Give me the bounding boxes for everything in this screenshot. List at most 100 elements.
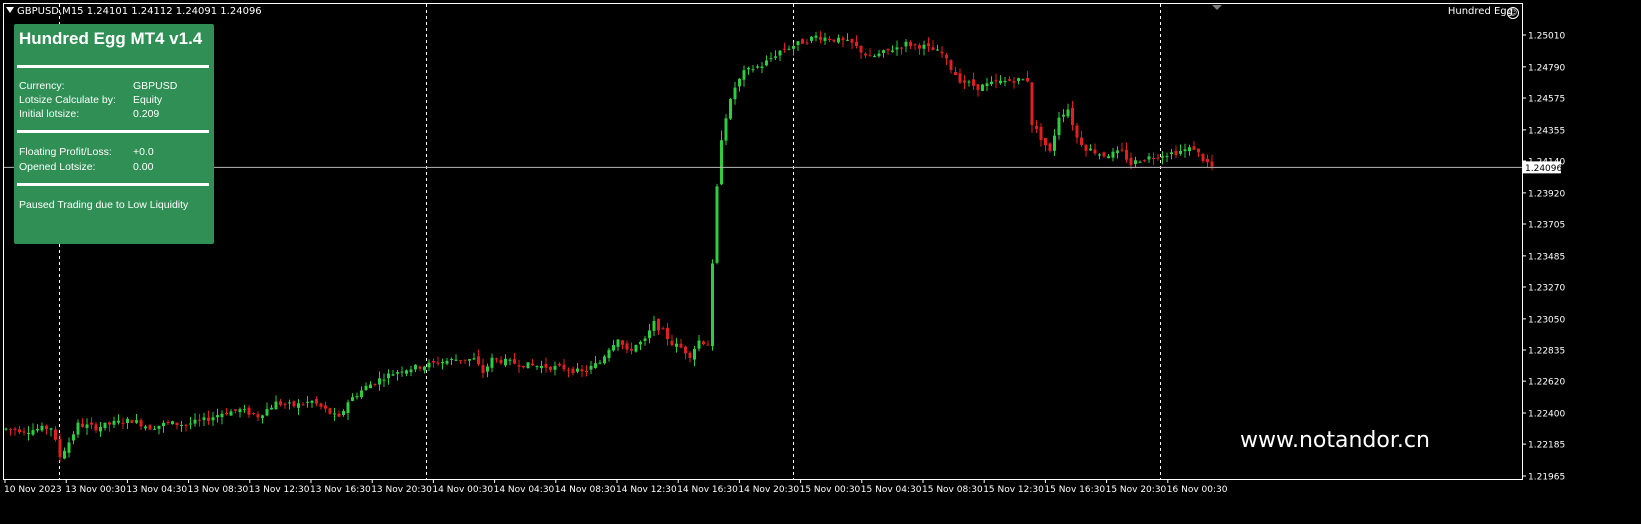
candle-body [58,439,62,458]
candle-body [72,434,75,441]
candle [355,392,359,400]
candle-body [927,43,930,47]
candle-body [774,56,777,58]
candle [1179,144,1182,156]
candle-body [166,421,170,423]
candle [207,410,210,425]
candle [1152,152,1155,165]
candle-body [292,401,296,407]
candle [1066,103,1070,119]
lotsize-calc-value: Equity [133,94,163,106]
candle-body [265,409,269,416]
candle-body [972,79,975,86]
candle-body [873,56,876,58]
candle [792,42,795,56]
candle [333,407,336,421]
candle [675,337,678,353]
candle [414,364,417,372]
candle-body [877,53,881,57]
candle-body [378,378,381,385]
candle-body [355,396,359,398]
candle [769,52,773,62]
candle-body [1039,126,1043,141]
candle-body [1084,145,1088,151]
candle-body [981,84,984,91]
opened-lotsize-row: Opened Lotsize: 0.00 [19,161,153,173]
candle-body [513,359,516,364]
candle-body [643,338,647,341]
candle-body [1017,78,1020,81]
candle-body [1138,161,1142,163]
x-tick-label: 14 Nov 08:30 [555,485,616,495]
candle-body [306,401,309,403]
candle-body [202,417,206,420]
candle [936,44,939,51]
x-tick-label: 14 Nov 04:30 [494,485,555,495]
candle [441,358,444,370]
candle [720,130,723,186]
initial-lotsize-label: Initial lotsize: [19,108,80,120]
time-axis[interactable]: 10 Nov 2023 13 Nov 00:30 13 Nov 04:30 13 No… [4,479,1228,495]
candle [229,409,233,416]
candle-body [585,371,588,373]
candle-body [256,414,260,418]
candle [432,358,435,368]
candle-body [580,369,584,372]
candle-body [724,118,728,141]
candle-body [432,360,435,363]
candle-body [1035,126,1038,129]
price-axis[interactable]: 1.250101.247901.245751.243551.241401.239… [1522,32,1565,483]
candle [1143,159,1146,163]
candle-body [135,420,138,423]
candle-body [940,51,944,54]
x-tick-label: 15 Nov 08:30 [922,485,983,495]
candle-body [814,35,818,38]
candle-body [130,420,134,423]
candle [850,38,854,50]
symbol-info-bar[interactable]: GBPUSD,M15 1.24101 1.24112 1.24091 1.240… [6,6,262,17]
candle [972,72,975,90]
expert-advisor-name[interactable]: Hundred Egg [1448,6,1513,17]
candle-body [288,402,291,404]
candle [778,50,782,62]
chart-shift-marker-icon[interactable] [1212,5,1222,10]
x-tick-label: 13 Nov 08:30 [188,485,249,495]
candle [364,382,368,391]
candle [234,409,237,414]
candle-body [963,80,966,83]
candle-body [931,47,935,51]
smiley-icon[interactable]: ☺ [1507,7,1519,19]
candle [450,357,453,365]
dropdown-triangle-icon[interactable] [6,7,14,13]
candle [1008,76,1011,82]
candle [1134,156,1137,168]
candle [688,351,692,363]
y-tick-label: 1.24355 [1528,126,1565,136]
candle [742,65,746,87]
candle-body [508,359,512,361]
candle [405,369,408,377]
candle-body [949,60,953,70]
candle-body [324,405,327,409]
candle-body [1152,158,1155,160]
candle-body [891,50,894,52]
y-tick-label: 1.22620 [1528,378,1565,388]
candle [409,365,413,377]
candle [508,357,512,366]
candle-body [1125,149,1128,160]
candle [103,422,107,431]
candle [463,359,467,365]
candle [1062,109,1065,123]
candle [801,38,804,44]
candle [837,34,840,44]
candle-body [837,37,840,43]
candle [445,357,449,366]
candle [1003,76,1007,87]
candle-body [553,365,557,370]
candle-body [684,346,687,354]
candle [724,114,728,146]
candle [612,340,615,352]
floating-pl-value: +0.0 [133,146,154,158]
candle [328,407,332,415]
candle [1084,143,1088,157]
